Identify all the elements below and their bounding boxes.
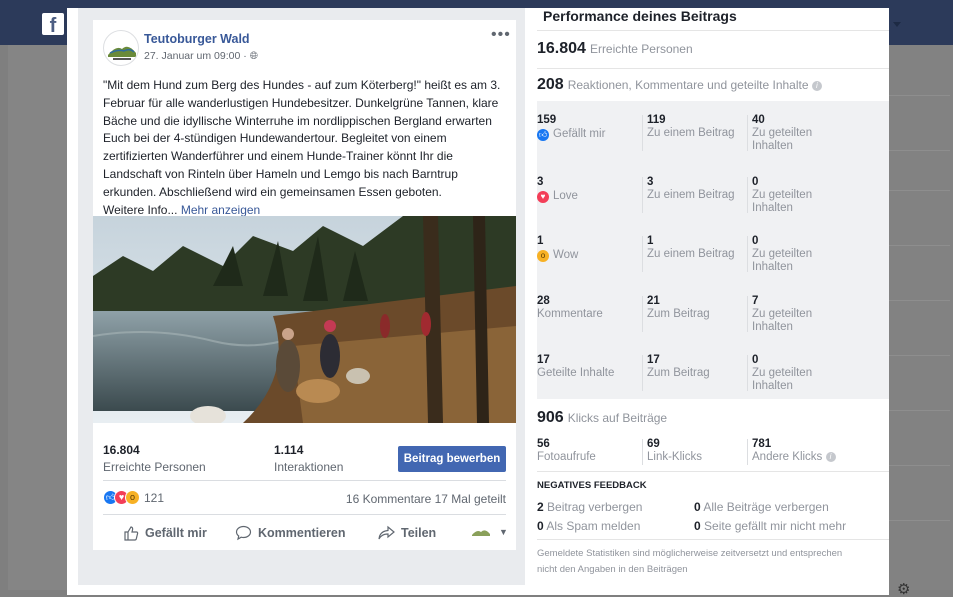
account-dropdown-icon[interactable] [893,22,901,27]
background-content-right [885,45,953,590]
info-icon[interactable]: i [811,80,822,91]
statistics-disclaimer: Gemeldete Statistiken sind möglicherweis… [537,548,843,575]
likes-total: 159 👍︎ Gefällt mir [537,114,606,141]
hide-all-posts-count: 0 Alle Beiträge verbergen [694,500,829,514]
negative-feedback-title: NEGATIVES FEEDBACK [537,480,647,491]
post-insights-modal: Teutoburger Wald 27. Januar um 09:00 · 🌐… [67,8,889,595]
post-reach-stat: 16.804 Erreichte Personen [103,443,206,474]
wow-total: 1 o Wow [537,235,579,262]
share-button[interactable]: Teilen [378,525,436,541]
show-more-link[interactable]: Mehr anzeigen [181,203,260,217]
reactions-count: 121 [144,490,165,505]
info-icon[interactable]: i [825,451,836,462]
promote-post-button[interactable]: Beitrag bewerben [398,446,506,472]
love-icon: ♥ [537,190,549,203]
post-date[interactable]: 27. Januar um 09:00 · 🌐︎ [144,50,258,63]
performance-title: Performance deines Beitrags [543,8,737,24]
page-avatar-small-icon [472,529,493,536]
reactions-breakdown-grid: 159 👍︎ Gefällt mir 119 Zu einem Beitrag 40 Z… [537,101,889,399]
photo-views: 56 Fotoaufrufe [537,438,596,463]
performance-reactions: 208 Reaktionen, Kommentare und geteilte I… [537,76,822,94]
link-clicks: 69 Link-Klicks [647,438,702,463]
like-icon: 👍︎ [537,128,549,141]
like-button[interactable]: Gefällt mir [123,525,207,541]
wow-reaction-icon: o [125,490,140,505]
comments-on-post: 21 Zum Beitrag [647,295,710,320]
share-icon [378,525,395,540]
performance-reach: 16.804 Erreichte Personen [537,40,693,57]
comment-button[interactable]: Kommentieren [235,525,346,541]
love-on-post: 3 Zu einem Beitrag [647,176,735,201]
love-on-shares: 0 Zu geteilten Inhalten [752,176,813,214]
thumbs-up-icon [124,526,139,541]
post-clicks-total: 906 Klicks auf Beiträge [537,409,668,426]
performance-panel: Performance deines Beitrags 16.804 Erreic… [537,8,889,595]
unlike-page-count: 0 Seite gefällt mir nicht mehr [694,519,847,533]
likes-on-shares: 40 Zu geteilten Inhalten [752,114,813,152]
hide-post-count: 2 Beitrag verbergen [537,500,643,514]
wow-icon: o [537,249,549,262]
post-photo[interactable] [93,216,516,423]
settings-gear-icon[interactable]: ⚙ [897,580,910,597]
facebook-logo-icon[interactable]: f [42,13,64,35]
comments-on-shares: 7 Zu geteilten Inhalten [752,295,813,333]
comments-total: 28 Kommentare [537,295,603,320]
comments-shares-count[interactable]: 16 Kommentare 17 Mal geteilt [346,492,506,506]
reactions-summary[interactable]: 👍︎ ♥ o 121 [103,490,164,505]
likes-on-post: 119 Zu einem Beitrag [647,114,735,139]
wow-on-post: 1 Zu einem Beitrag [647,235,735,260]
post-card: Teutoburger Wald 27. Januar um 09:00 · 🌐… [93,20,516,550]
page-name[interactable]: Teutoburger Wald [144,32,250,46]
shares-on-post: 17 Zum Beitrag [647,354,710,379]
shares-on-shares: 0 Zu geteilten Inhalten [752,354,813,392]
post-preview-panel: Teutoburger Wald 27. Januar um 09:00 · 🌐… [78,8,525,585]
post-as-selector[interactable]: ▼ [471,525,508,539]
page-avatar[interactable] [103,30,139,66]
chevron-down-icon: ▼ [499,527,508,537]
comment-icon [235,525,252,541]
other-clicks: 781 Andere Klicks i [752,438,836,464]
post-text: "Mit dem Hund zum Berg des Hundes - auf … [103,78,501,217]
globe-icon: 🌐︎ [249,50,259,62]
report-spam-count: 0 Als Spam melden [537,519,641,533]
love-total: 3 ♥ Love [537,176,578,203]
wow-on-shares: 0 Zu geteilten Inhalten [752,235,813,273]
shares-total: 17 Geteilte Inhalte [537,354,615,379]
post-interactions-stat: 1.114 Interaktionen [274,443,344,474]
more-options-icon[interactable]: ••• [491,26,511,44]
